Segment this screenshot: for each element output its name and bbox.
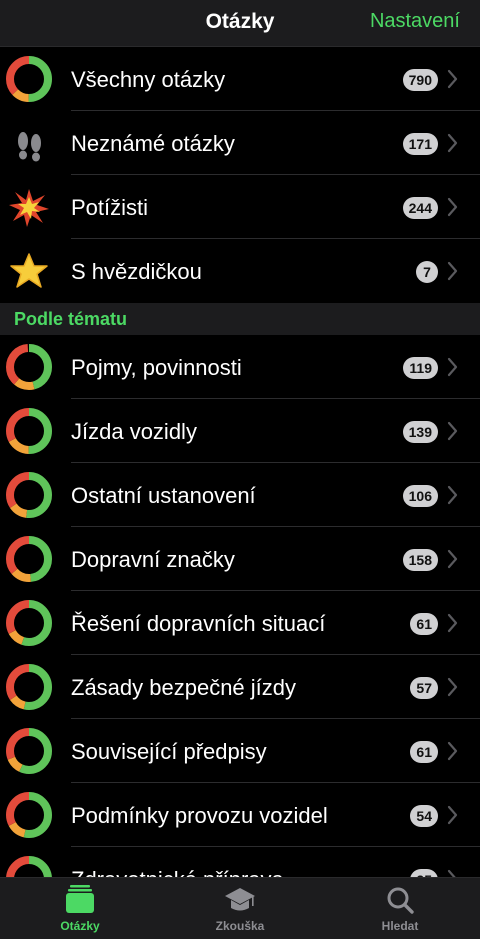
list-item-label: Potížisti [71,195,149,220]
topic-row[interactable]: Jízda vozidly 139 [0,399,480,463]
topic-row[interactable]: Řešení dopravních situací 61 [0,591,480,655]
tab-exam[interactable]: Zkouška [160,878,320,939]
chevron-right-icon [447,133,458,153]
topic-row[interactable]: Podmínky provozu vozidel 54 [0,783,480,847]
count-badge: 54 [410,805,438,827]
chevron-right-icon [447,421,458,441]
count-badge: 158 [402,549,438,571]
navigation-bar: Otázky Nastavení [0,0,480,47]
count-badge: 244 [402,197,438,219]
progress-ring-icon [6,536,52,582]
explosion-icon [9,189,49,227]
count-badge: 106 [402,485,438,507]
chevron-right-icon [447,741,458,761]
list-item-label: Neznámé otázky [71,131,235,156]
progress-ring-icon [6,792,52,838]
topic-label: Pojmy, povinnosti [71,355,242,380]
topic-row[interactable]: Dopravní značky 158 [0,527,480,591]
list-item-all-questions[interactable]: Všechny otázky 790 [0,47,480,111]
list-item-difficult[interactable]: Potížisti 244 [0,175,480,239]
count-badge: 7 [416,261,438,283]
count-badge: 171 [402,133,438,155]
topic-label: Podmínky provozu vozidel [71,803,328,828]
topic-label: Zásady bezpečné jízdy [71,675,297,700]
chevron-right-icon [447,613,458,633]
tab-bar: Otázky Zkouška Hledat [0,877,480,939]
count-badge: 139 [402,421,438,443]
graduation-cap-icon [225,888,255,911]
chevron-right-icon [447,69,458,89]
search-icon [387,887,414,914]
stack-icon [66,885,94,913]
count-badge: 790 [402,69,438,91]
topic-label: Související předpisy [71,739,267,764]
chevron-right-icon [447,677,458,697]
progress-ring-icon [6,600,52,646]
list-item-label: S hvězdičkou [71,259,202,284]
progress-ring-icon [6,472,52,518]
count-badge: 61 [410,613,438,635]
topic-label: Řešení dopravních situací [71,611,326,636]
chevron-right-icon [447,805,458,825]
chevron-right-icon [447,261,458,281]
progress-ring-icon [6,408,52,454]
tab-label: Hledat [381,919,419,933]
count-badge: 57 [410,677,438,699]
tab-label: Zkouška [215,919,265,933]
topic-row[interactable]: Zásady bezpečné jízdy 57 [0,655,480,719]
topic-label: Dopravní značky [71,547,235,572]
progress-ring-icon [6,56,52,102]
progress-ring-icon [6,664,52,710]
tab-label: Otázky [60,919,100,933]
settings-button[interactable]: Nastavení [370,10,460,33]
star-icon [10,253,48,288]
progress-ring-icon [6,728,52,774]
list-item-unknown-questions[interactable]: Neznámé otázky 171 [0,111,480,175]
question-list: Všechny otázky 790 Neznámé otázky 171 Po… [0,47,480,911]
count-badge: 61 [410,741,438,763]
topic-row[interactable]: Související předpisy 61 [0,719,480,783]
chevron-right-icon [447,549,458,569]
chevron-right-icon [447,197,458,217]
topic-label: Ostatní ustanovení [71,483,256,508]
topic-list: Pojmy, povinnosti 119 Jízda vozidly 139 Osta… [0,335,480,911]
list-item-starred[interactable]: S hvězdičkou 7 [0,239,480,303]
progress-ring-icon [6,344,52,390]
chevron-right-icon [447,485,458,505]
list-item-label: Všechny otázky [71,67,226,92]
topic-label: Jízda vozidly [71,419,197,444]
topic-row[interactable]: Ostatní ustanovení 106 [0,463,480,527]
section-header: Podle tématu [0,303,480,335]
count-badge: 119 [403,357,438,379]
footprints-icon [18,132,41,162]
tab-questions[interactable]: Otázky [0,878,160,939]
topic-row[interactable]: Pojmy, povinnosti 119 [0,335,480,399]
tab-search[interactable]: Hledat [320,878,480,939]
chevron-right-icon [447,357,458,377]
